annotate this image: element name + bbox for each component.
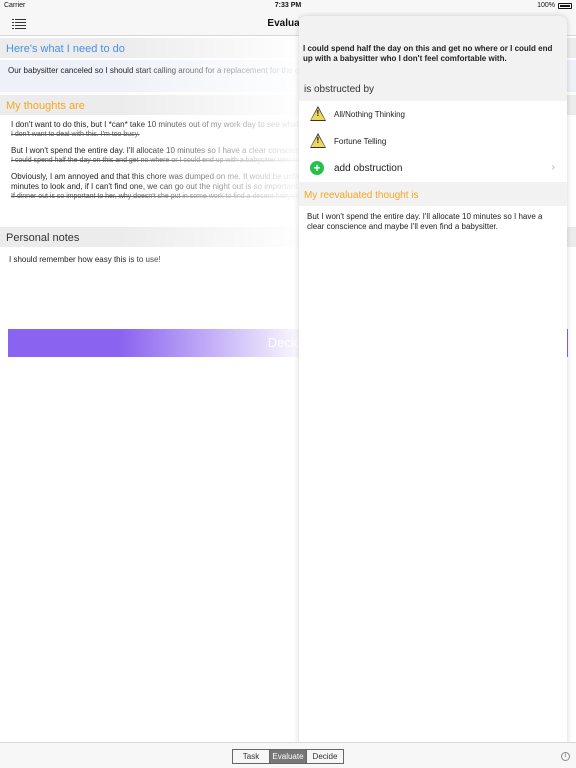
battery-icon	[558, 2, 572, 9]
status-time: 7:33 PM	[274, 2, 302, 9]
segment-decide[interactable]: Decide	[306, 750, 343, 763]
bottom-toolbar: Task Evaluate Decide i	[0, 742, 576, 768]
reevaluated-text[interactable]: But I won't spend the entire day. I'll a…	[299, 206, 567, 746]
obstruction-row[interactable]: All/Nothing Thinking	[299, 101, 567, 128]
add-obstruction-row[interactable]: + add obstruction ›	[299, 155, 567, 182]
obstruction-label: Fortune Telling	[334, 137, 387, 146]
warning-icon	[310, 106, 326, 121]
segment-evaluate[interactable]: Evaluate	[269, 750, 306, 763]
add-icon: +	[310, 161, 324, 175]
status-bar: Carrier 7:33 PM 100%	[0, 0, 576, 12]
obstruction-row[interactable]: Fortune Telling	[299, 128, 567, 155]
obstruction-label: All/Nothing Thinking	[334, 110, 406, 119]
obstruction-list: All/Nothing Thinking Fortune Telling + a…	[299, 101, 567, 182]
chevron-right-icon: ›	[551, 162, 555, 173]
add-obstruction-label: add obstruction	[334, 163, 403, 174]
segment-task[interactable]: Task	[233, 750, 269, 763]
selected-thought: I could spend half the day on this and g…	[303, 44, 553, 63]
mode-segmented-control: Task Evaluate Decide	[232, 749, 344, 764]
info-icon[interactable]: i	[561, 752, 570, 761]
obstruction-popover: I could spend half the day on this and g…	[299, 16, 567, 752]
reevaluated-header: My reevaluated thought is	[304, 190, 419, 201]
warning-icon	[310, 133, 326, 148]
obstructed-label: is obstructed by	[304, 84, 375, 95]
battery-indicator: 100%	[537, 2, 572, 9]
battery-percent: 100%	[537, 2, 555, 9]
